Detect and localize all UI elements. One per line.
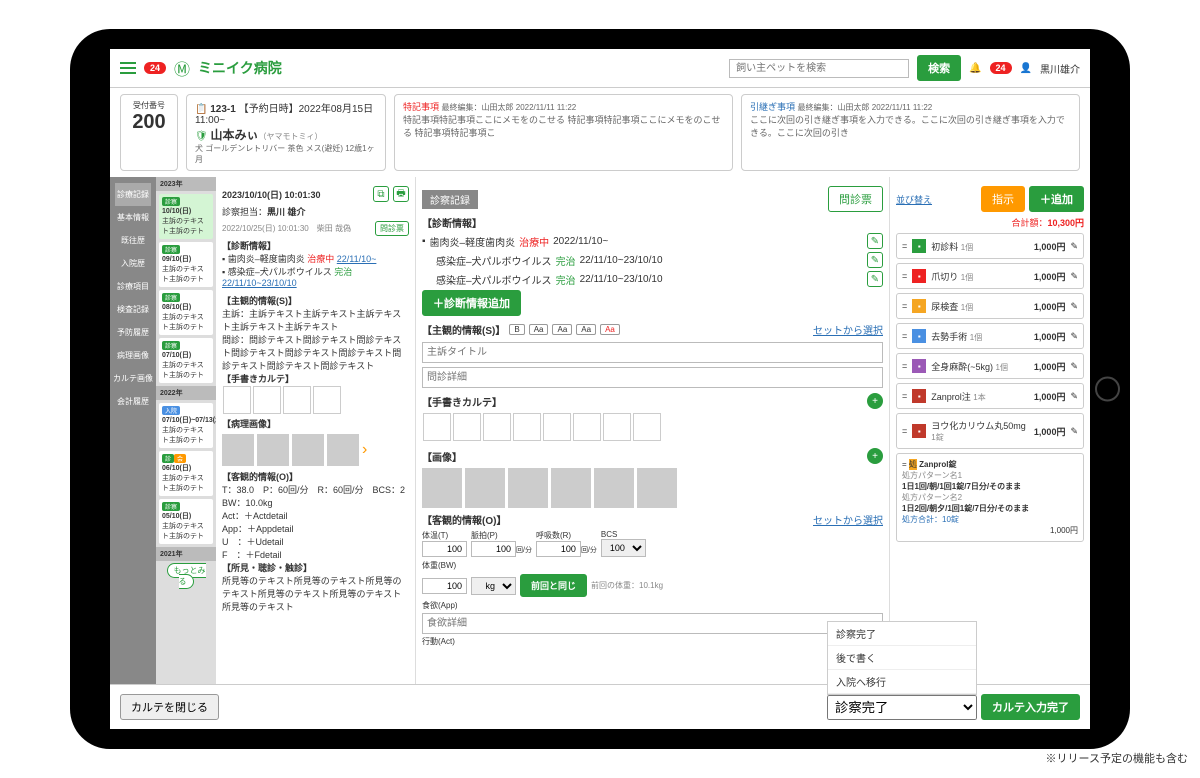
total-amount: 10,300円 [1047, 218, 1084, 228]
menu-item[interactable]: 診察完了 [828, 622, 976, 646]
record-title: 診察記録 [422, 190, 478, 209]
year-2022[interactable]: 2022年 [156, 386, 216, 400]
topbar: 24 Ⓜ ミニイク病院 検索 🔔 24 👤 黒川雄介 [110, 49, 1090, 88]
notes-card[interactable]: 特記事項 最終編集：山田太郎 2022/11/11 11:22 特記事項特記事項… [394, 94, 733, 171]
set-link[interactable]: セットから選択 [813, 512, 883, 527]
bcs-select[interactable]: 100 [601, 539, 646, 557]
tab-karte-img[interactable]: カルテ画像 [111, 367, 155, 390]
cart-item: = ▪爪切り 1個1,000円✎ [896, 263, 1084, 289]
bell-badge[interactable]: 24 [990, 62, 1012, 74]
tab-vaccine[interactable]: 予防履歴 [115, 321, 151, 344]
pet-desc: 犬 ゴールデンレトリバー 茶色 メス(避妊) 12歳1ヶ月 [195, 144, 375, 164]
edit-icon[interactable]: ✎ [1070, 301, 1078, 312]
edit-icon[interactable]: ✎ [867, 271, 883, 287]
edit-icon[interactable]: ✎ [867, 252, 883, 268]
form-button[interactable]: 問診票 [828, 186, 883, 212]
chevron-right-icon[interactable]: › [362, 441, 367, 459]
menu-icon[interactable] [120, 62, 136, 74]
patient-code: 123-1 [210, 104, 236, 115]
bw-unit[interactable]: kg [471, 577, 516, 595]
add-diag-button[interactable]: ＋診断情報追加 [422, 290, 521, 316]
app-input[interactable] [422, 613, 883, 634]
instruct-button[interactable]: 指示 [981, 186, 1025, 212]
user-name[interactable]: 黒川雄介 [1040, 61, 1080, 76]
menu-item[interactable]: 入院へ移行 [828, 670, 976, 694]
resp-input[interactable] [536, 541, 581, 557]
add-button[interactable]: ＋追加 [1029, 186, 1084, 212]
status-select[interactable]: 診察完了 [827, 695, 977, 720]
add-icon[interactable]: + [867, 448, 883, 464]
timeline-item[interactable]: 診察05/10(日)主訴のテキスト主訴のテト [159, 499, 213, 544]
status-menu: 診察完了 後で書く 入院へ移行 [827, 621, 977, 695]
temp-input[interactable] [422, 541, 467, 557]
cart-item: = ▪去勢手術 1個1,000円✎ [896, 323, 1084, 349]
form-button[interactable]: 問診票 [375, 221, 409, 236]
pet-name: 山本みぃ [210, 128, 258, 142]
timeline-item[interactable]: 診察09/10(日)主訴のテキスト主訴のテト [159, 242, 213, 287]
edit-icon[interactable]: ✎ [1070, 331, 1078, 342]
set-link[interactable]: セットから選択 [813, 322, 883, 337]
search-input[interactable] [729, 59, 909, 78]
recept-no: 200 [129, 111, 169, 134]
edit-icon[interactable]: ✎ [1070, 426, 1078, 437]
edit-icon[interactable]: ✎ [1070, 241, 1078, 252]
tab-items[interactable]: 診療項目 [115, 275, 151, 298]
close-karte-button[interactable]: カルテを閉じる [120, 694, 219, 720]
tab-records[interactable]: 診療記録 [115, 183, 151, 206]
edit-icon[interactable]: ✎ [1070, 361, 1078, 372]
edit-icon[interactable]: ✎ [1070, 271, 1078, 282]
timeline-item[interactable]: 診会06/10(日)主訴のテキスト主訴のテト [159, 451, 213, 496]
detail-col: 2023/10/10(日) 10:01:30⧉🖶 診察担当：黒川 雄介 2022… [216, 177, 416, 684]
same-button[interactable]: 前回と同じ [520, 574, 587, 597]
tab-basic[interactable]: 基本情報 [115, 206, 151, 229]
timeline-item[interactable]: 診察07/10(日)主訴のテキスト主訴のテト [159, 338, 213, 383]
timeline-item[interactable]: 入院07/10(日)~07/13(水)主訴のテキスト主訴のテト [159, 403, 213, 448]
bw-input[interactable] [422, 578, 467, 594]
visit-datetime: 2023/10/10(日) 10:01:30 [222, 188, 321, 201]
add-icon[interactable]: + [867, 393, 883, 409]
tab-pathology[interactable]: 病理画像 [115, 344, 151, 367]
subject-title-input[interactable] [422, 342, 883, 363]
cart-item: = ▪全身麻酔(~5kg) 1個1,000円✎ [896, 353, 1084, 379]
tab-accounting[interactable]: 会計履歴 [115, 390, 151, 413]
pet-kana: （ヤマモトミィ） [259, 132, 323, 141]
print-icon[interactable]: 🖶 [393, 186, 409, 202]
cart-item: = ▪尿検査 1個1,000円✎ [896, 293, 1084, 319]
cart-item: = ▪ヨウ化カリウム丸50mg 1錠1,000円✎ [896, 413, 1084, 449]
release-note: ※リリース予定の機能も含む [1046, 750, 1188, 766]
edit-icon[interactable]: ✎ [867, 233, 883, 249]
timeline-item[interactable]: 診察10/10(日)主訴のテキスト主訴のテト [159, 194, 213, 239]
side-nav: 診療記録 基本情報 既往歴 入院歴 診療項目 検査記録 予防履歴 病理画像 カル… [110, 177, 156, 684]
user-icon[interactable]: 👤 [1020, 63, 1032, 74]
timeline: 2023年 診察10/10(日)主訴のテキスト主訴のテト 診察09/10(日)主… [156, 177, 216, 684]
timeline-item[interactable]: 診察08/10(日)主訴のテキスト主訴のテト [159, 290, 213, 335]
cart-item: = ▪初診料 1個1,000円✎ [896, 233, 1084, 259]
notif-badge[interactable]: 24 [144, 62, 166, 74]
year-2023[interactable]: 2023年 [156, 177, 216, 191]
recept-label: 受付番号 [129, 100, 169, 111]
cart-col: 並び替え指示＋追加 合計額：10,300円 = ▪初診料 1個1,000円✎= … [890, 177, 1090, 684]
cart-item: = ▪Zanprol注 1本1,000円✎ [896, 383, 1084, 409]
tab-admission[interactable]: 入院歴 [119, 252, 147, 275]
pulse-input[interactable] [471, 541, 516, 557]
reception-card: 受付番号 200 [120, 94, 178, 171]
more-button[interactable]: もっとみる [167, 563, 206, 589]
edit-col: 診察記録問診票 【診断情報】 ▪ 歯肉炎–軽度歯肉炎 治療中 2022/11/1… [416, 177, 890, 684]
hospital-name: ミニイク病院 [198, 58, 282, 78]
tab-history[interactable]: 既往歴 [119, 229, 147, 252]
copy-icon[interactable]: ⧉ [373, 186, 389, 202]
menu-item[interactable]: 後で書く [828, 646, 976, 670]
sort-link[interactable]: 並び替え [896, 193, 932, 206]
edit-icon[interactable]: ✎ [1070, 391, 1078, 402]
handover-card[interactable]: 引継ぎ事項 最終編集：山田太郎 2022/11/11 11:22 ここに次回の引… [741, 94, 1080, 171]
bell-icon[interactable]: 🔔 [969, 63, 981, 74]
year-2021[interactable]: 2021年 [156, 547, 216, 561]
patient-card: 📋 123-1 【予約日時】2022年08月15日 11:00~ 🛡 山本みぃ（… [186, 94, 386, 171]
search-button[interactable]: 検索 [917, 55, 961, 81]
tab-labs[interactable]: 検査記録 [115, 298, 151, 321]
subject-detail-input[interactable] [422, 367, 883, 388]
complete-button[interactable]: カルテ入力完了 [981, 694, 1080, 720]
logo-icon: Ⓜ [174, 56, 190, 80]
